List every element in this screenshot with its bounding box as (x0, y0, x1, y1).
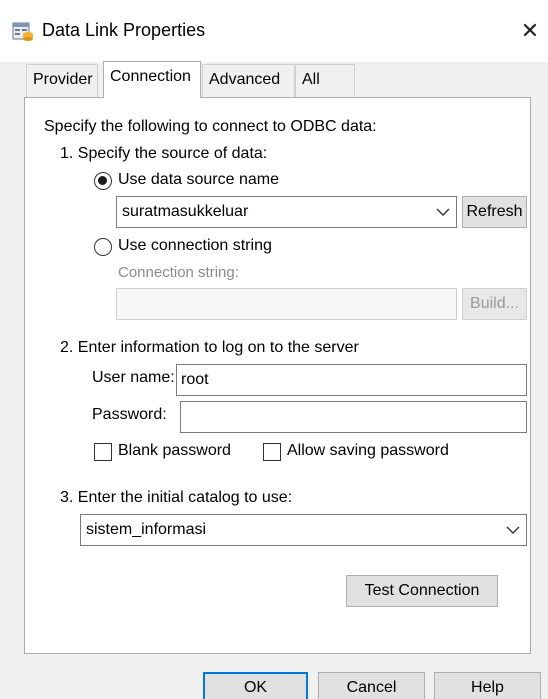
tab-advanced[interactable]: Advanced (202, 64, 295, 97)
step2-heading: 2. Enter information to log on to the se… (60, 339, 359, 356)
use-connstr-label[interactable]: Use connection string (118, 237, 272, 255)
chevron-down-icon (436, 208, 450, 216)
help-button[interactable]: Help (434, 672, 541, 699)
step3-heading: 3. Enter the initial catalog to use: (60, 489, 293, 506)
cancel-button[interactable]: Cancel (318, 672, 425, 699)
password-label: Password: (92, 406, 167, 423)
tab-connection-label: Connection (110, 68, 191, 85)
initial-catalog-value: sistem_informasi (86, 521, 207, 538)
radio-selected-dot (98, 176, 107, 185)
test-connection-button[interactable]: Test Connection (346, 575, 498, 607)
initial-catalog-combobox[interactable]: sistem_informasi (80, 514, 527, 546)
tab-all[interactable]: All (295, 64, 355, 97)
intro-text: Specify the following to connect to ODBC… (44, 118, 377, 135)
title-bar: Data Link Properties ✕ (0, 0, 548, 62)
password-field[interactable] (180, 401, 527, 433)
tab-provider[interactable]: Provider (26, 64, 98, 97)
tab-connection[interactable]: Connection (103, 61, 201, 98)
close-button[interactable]: ✕ (516, 16, 544, 46)
allow-saving-password-checkbox[interactable] (263, 443, 281, 461)
connection-string-field (116, 288, 457, 320)
tab-advanced-label: Advanced (209, 71, 281, 88)
connstr-caption: Connection string: (118, 264, 239, 281)
data-link-icon (12, 22, 33, 41)
tab-all-label: All (302, 71, 320, 88)
window-title: Data Link Properties (42, 20, 206, 40)
close-icon: ✕ (520, 18, 540, 43)
blank-password-label[interactable]: Blank password (118, 442, 231, 460)
use-dsn-label[interactable]: Use data source name (118, 171, 279, 189)
username-field[interactable]: root (176, 364, 527, 396)
refresh-button[interactable]: Refresh (462, 196, 527, 228)
use-connstr-radio[interactable] (94, 238, 112, 256)
step1-heading: 1. Specify the source of data: (60, 145, 268, 162)
username-label: User name: (92, 369, 175, 386)
build-button: Build... (462, 288, 527, 320)
blank-password-checkbox[interactable] (94, 443, 112, 461)
chevron-down-icon (506, 526, 520, 534)
ok-button[interactable]: OK (203, 672, 308, 699)
allow-saving-password-label[interactable]: Allow saving password (287, 442, 449, 460)
username-value: root (181, 371, 209, 388)
use-dsn-radio[interactable] (94, 172, 112, 190)
tab-provider-label: Provider (33, 71, 93, 88)
dsn-combobox[interactable]: suratmasukkeluar (116, 196, 457, 228)
dsn-value: suratmasukkeluar (122, 203, 249, 220)
